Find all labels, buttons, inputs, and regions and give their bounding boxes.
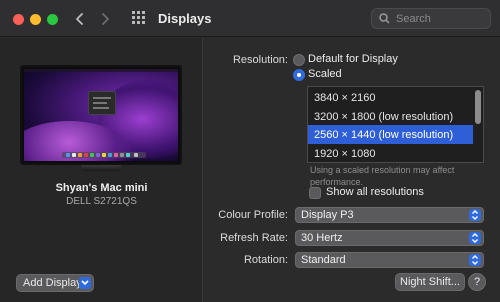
resolution-label: Resolution: xyxy=(232,54,288,66)
resolution-option[interactable]: 3200 × 1800 (low resolution) xyxy=(308,107,473,126)
colour-profile-popup[interactable]: Display P3 xyxy=(295,207,484,223)
add-display-button[interactable]: Add Display xyxy=(16,274,94,292)
resolution-option-selected[interactable]: 2560 × 1440 (low resolution) xyxy=(308,125,473,144)
chevron-left-icon xyxy=(76,13,83,25)
updown-arrows-icon xyxy=(469,232,481,244)
resolution-option[interactable]: 1920 × 1080 xyxy=(308,144,473,162)
monitor-stand xyxy=(81,165,121,171)
monitor-preview-image xyxy=(20,65,182,165)
resolution-list-scrollbar[interactable] xyxy=(475,90,481,124)
search-icon xyxy=(379,13,390,24)
display-name: Shyan's Mac mini xyxy=(55,182,148,194)
show-all-grid-icon[interactable] xyxy=(131,10,147,26)
minimize-window-button[interactable] xyxy=(30,14,41,25)
show-all-resolutions-label[interactable]: Show all resolutions xyxy=(326,186,424,198)
desktop-wallpaper xyxy=(24,69,178,161)
radio-scaled[interactable] xyxy=(293,69,305,81)
resolution-option[interactable]: 3840 × 2160 xyxy=(308,88,473,107)
rotation-value: Standard xyxy=(301,254,346,266)
scaled-resolution-note: Using a scaled resolution may affect per… xyxy=(310,165,455,187)
radio-default-for-display[interactable] xyxy=(293,54,305,66)
rotation-label: Rotation: xyxy=(243,254,288,266)
refresh-rate-label: Refresh Rate: xyxy=(220,232,288,244)
updown-arrows-icon xyxy=(469,209,481,221)
show-all-resolutions-checkbox[interactable] xyxy=(309,187,321,199)
zoom-window-button[interactable] xyxy=(47,14,58,25)
close-window-button[interactable] xyxy=(13,14,24,25)
chevron-right-icon xyxy=(102,13,109,25)
resolution-list[interactable]: 3840 × 2160 3200 × 1800 (low resolution)… xyxy=(307,86,484,163)
refresh-rate-popup[interactable]: 30 Hertz xyxy=(295,230,484,246)
radio-default-for-display-label[interactable]: Default for Display xyxy=(308,53,398,65)
updown-arrows-icon xyxy=(469,254,481,266)
back-button[interactable] xyxy=(70,9,90,29)
display-preview-pane: Shyan's Mac mini DELL S2721QS xyxy=(0,38,203,302)
search-field[interactable] xyxy=(371,8,491,29)
chevron-down-icon xyxy=(79,277,91,289)
colour-profile-label: Colour Profile: xyxy=(218,209,288,221)
display-model: DELL S2721QS xyxy=(66,196,137,207)
search-input[interactable] xyxy=(396,12,484,25)
help-button[interactable]: ? xyxy=(468,273,486,291)
help-icon: ? xyxy=(473,276,481,288)
radio-scaled-label[interactable]: Scaled xyxy=(308,68,342,80)
rotation-popup[interactable]: Standard xyxy=(295,252,484,268)
forward-button[interactable] xyxy=(95,9,115,29)
night-shift-label: Night Shift... xyxy=(400,276,460,288)
title-bar: Displays xyxy=(0,0,500,37)
add-display-label: Add Display xyxy=(23,277,82,289)
refresh-rate-value: 30 Hertz xyxy=(301,232,343,244)
displays-window: Displays Search Shyan's Mac mini DELL S2… xyxy=(0,0,500,302)
window-title: Displays xyxy=(158,11,212,26)
night-shift-button[interactable]: Night Shift... xyxy=(395,273,465,291)
colour-profile-value: Display P3 xyxy=(301,209,354,221)
